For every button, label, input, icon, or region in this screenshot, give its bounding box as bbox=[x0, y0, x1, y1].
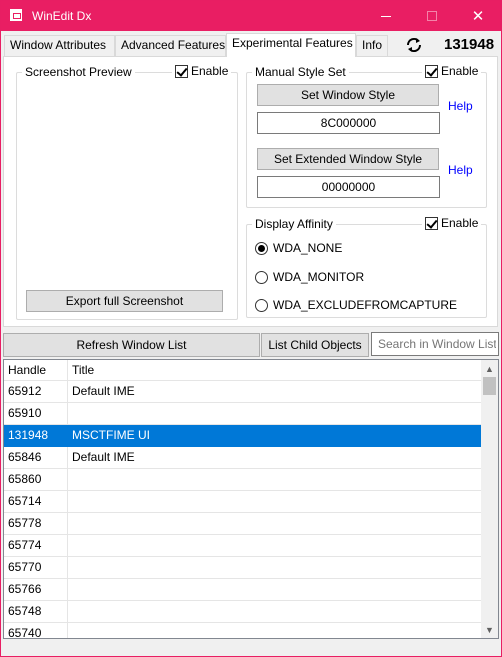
minimize-button[interactable] bbox=[363, 1, 409, 31]
manual-style-set-group: Manual Style Set Enable Set Window Style… bbox=[246, 64, 487, 208]
set-extended-style-button[interactable]: Set Extended Window Style bbox=[257, 148, 439, 170]
title-cell bbox=[68, 491, 483, 513]
vertical-scrollbar[interactable]: ▲ ▼ bbox=[481, 360, 498, 638]
scroll-down-icon[interactable]: ▼ bbox=[481, 621, 498, 638]
app-window: WinEdit Dx ✕ Window Attributes Advanced … bbox=[0, 0, 502, 657]
tab-info[interactable]: Info bbox=[356, 35, 388, 56]
radio-wda-excludefromcapture[interactable]: WDA_EXCLUDEFROMCAPTURE bbox=[255, 298, 457, 312]
table-row[interactable]: 65740 bbox=[4, 623, 483, 638]
scroll-thumb[interactable] bbox=[483, 377, 496, 395]
style-help-link[interactable]: Help bbox=[448, 99, 473, 113]
column-header-handle[interactable]: Handle bbox=[4, 360, 68, 381]
refresh-window-list-button[interactable]: Refresh Window List bbox=[3, 333, 260, 357]
tab-window-attributes[interactable]: Window Attributes bbox=[4, 35, 115, 56]
screenshot-enable-checkbox[interactable]: Enable bbox=[172, 64, 232, 78]
screenshot-preview-legend: Screenshot Preview bbox=[22, 65, 135, 79]
handle-cell: 65778 bbox=[4, 513, 68, 535]
checkbox-label: Enable bbox=[191, 64, 229, 78]
window-style-field[interactable]: 8C000000 bbox=[257, 112, 440, 134]
window-list[interactable]: Handle Title 65912 Default IME 65910 131948… bbox=[3, 359, 499, 639]
title-cell bbox=[68, 601, 483, 623]
window-finder-icon[interactable] bbox=[405, 36, 423, 54]
table-row[interactable]: 65912 Default IME bbox=[4, 381, 483, 403]
handle-cell: 65860 bbox=[4, 469, 68, 491]
checkbox-box[interactable] bbox=[175, 64, 188, 78]
title-cell: Default IME bbox=[72, 384, 135, 398]
title-cell bbox=[68, 469, 483, 491]
radio-button[interactable] bbox=[255, 298, 268, 312]
close-button[interactable]: ✕ bbox=[455, 1, 501, 31]
radio-button[interactable] bbox=[255, 241, 268, 255]
title-cell bbox=[68, 623, 483, 638]
table-row[interactable]: 65846 Default IME bbox=[4, 447, 483, 469]
maximize-button bbox=[409, 1, 455, 31]
handle-cell: 65748 bbox=[4, 601, 68, 623]
handle-cell: 65774 bbox=[4, 535, 68, 557]
title-cell bbox=[68, 557, 483, 579]
tab-advanced-features[interactable]: Advanced Features bbox=[115, 35, 226, 56]
radio-label: WDA_MONITOR bbox=[273, 270, 365, 284]
handle-cell: 65740 bbox=[4, 623, 68, 638]
title-cell bbox=[68, 579, 483, 601]
list-header: Handle Title bbox=[4, 360, 483, 381]
radio-label: WDA_EXCLUDEFROMCAPTURE bbox=[273, 298, 458, 312]
display-affinity-legend: Display Affinity bbox=[252, 217, 336, 231]
handle-cell: 131948 bbox=[4, 425, 68, 447]
table-row[interactable]: 65910 bbox=[4, 403, 483, 425]
radio-button[interactable] bbox=[255, 270, 268, 284]
title-cell: Default IME bbox=[72, 450, 135, 464]
table-row[interactable]: 131948 MSCTFIME UI bbox=[4, 425, 483, 447]
radio-wda-monitor[interactable]: WDA_MONITOR bbox=[255, 270, 364, 284]
tab-panel-experimental: Screenshot Preview Enable Export full Sc… bbox=[3, 56, 498, 327]
checkbox-label: Enable bbox=[441, 64, 479, 78]
extended-style-help-link[interactable]: Help bbox=[448, 163, 473, 177]
display-affinity-group: Display Affinity Enable WDA_NONE WDA_MON… bbox=[246, 216, 487, 318]
manual-style-enable-checkbox[interactable]: Enable bbox=[422, 64, 482, 78]
title-cell bbox=[68, 535, 483, 557]
current-handle: 131948 bbox=[444, 36, 495, 53]
tab-experimental-features[interactable]: Experimental Features bbox=[226, 33, 356, 57]
search-window-list-input[interactable] bbox=[371, 332, 499, 356]
set-window-style-button[interactable]: Set Window Style bbox=[257, 84, 439, 106]
checkbox-box[interactable] bbox=[425, 216, 438, 230]
window-title: WinEdit Dx bbox=[32, 9, 92, 23]
table-row[interactable]: 65766 bbox=[4, 579, 483, 601]
maximize-icon bbox=[427, 11, 437, 21]
handle-cell: 65912 bbox=[4, 381, 68, 403]
handle-cell: 65766 bbox=[4, 579, 68, 601]
display-affinity-enable-checkbox[interactable]: Enable bbox=[422, 216, 482, 230]
extended-style-field[interactable]: 00000000 bbox=[257, 176, 440, 198]
column-header-title[interactable]: Title bbox=[68, 360, 483, 381]
radio-wda-none[interactable]: WDA_NONE bbox=[255, 241, 342, 255]
handle-cell: 65846 bbox=[4, 447, 68, 469]
title-cell bbox=[68, 513, 483, 535]
table-row[interactable]: 65748 bbox=[4, 601, 483, 623]
table-row[interactable]: 65778 bbox=[4, 513, 483, 535]
screenshot-preview-group: Screenshot Preview Enable Export full Sc… bbox=[16, 64, 238, 320]
handle-cell: 65910 bbox=[4, 403, 68, 425]
checkbox-box[interactable] bbox=[425, 64, 438, 78]
checkbox-label: Enable bbox=[441, 216, 479, 230]
handle-cell: 65714 bbox=[4, 491, 68, 513]
table-row[interactable]: 65774 bbox=[4, 535, 483, 557]
scroll-up-icon[interactable]: ▲ bbox=[481, 360, 498, 377]
close-icon: ✕ bbox=[471, 7, 485, 25]
title-cell bbox=[68, 403, 483, 425]
export-screenshot-button[interactable]: Export full Screenshot bbox=[26, 290, 223, 312]
list-child-objects-button[interactable]: List Child Objects bbox=[261, 333, 369, 357]
bottom-strip bbox=[1, 642, 501, 656]
title-bar[interactable]: WinEdit Dx ✕ bbox=[1, 1, 501, 31]
table-row[interactable]: 65714 bbox=[4, 491, 483, 513]
table-row[interactable]: 65860 bbox=[4, 469, 483, 491]
manual-style-legend: Manual Style Set bbox=[252, 65, 349, 79]
table-row[interactable]: 65770 bbox=[4, 557, 483, 579]
app-icon bbox=[10, 9, 22, 21]
radio-label: WDA_NONE bbox=[273, 241, 343, 255]
title-cell: MSCTFIME UI bbox=[72, 428, 150, 442]
handle-cell: 65770 bbox=[4, 557, 68, 579]
minimize-icon bbox=[381, 15, 391, 17]
